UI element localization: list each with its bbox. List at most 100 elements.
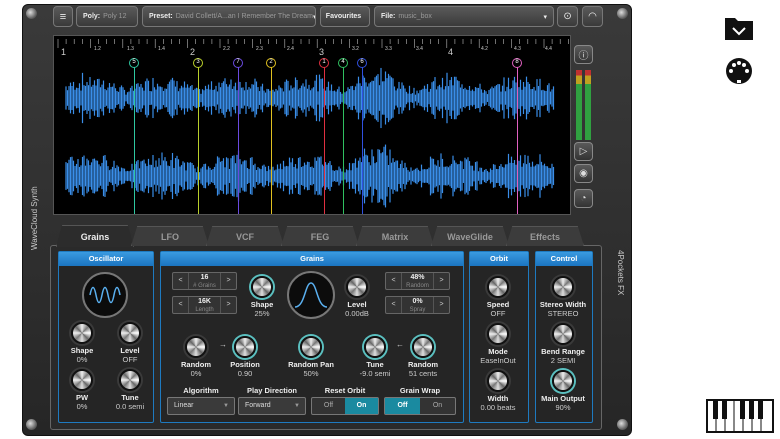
chevron-down-icon: ▼ xyxy=(223,403,229,409)
random-knob[interactable] xyxy=(185,336,207,358)
stereo-width-knob[interactable] xyxy=(552,276,574,298)
shape-value: 0% xyxy=(76,355,88,364)
ruler-label: 3.2 xyxy=(352,46,359,52)
info-button[interactable]: ⓘ xyxy=(574,45,593,64)
pw-knob[interactable] xyxy=(71,369,93,391)
level-knob[interactable] xyxy=(119,322,141,344)
file-selector[interactable]: File: music_box ▾ xyxy=(374,6,554,27)
marker-line[interactable] xyxy=(133,64,135,214)
marker-4[interactable]: 4 xyxy=(338,58,348,68)
speed-label-group: Speed OFF xyxy=(463,300,533,318)
decrement-button[interactable]: < xyxy=(173,273,188,289)
random-pan-knob[interactable] xyxy=(300,336,322,358)
marker-line[interactable] xyxy=(361,64,363,214)
shape-label: Shape xyxy=(250,300,274,309)
stepper-spray[interactable]: <0% Spray > xyxy=(385,296,450,314)
decrement-button[interactable]: < xyxy=(173,297,188,313)
level-value: OFF xyxy=(122,355,138,364)
tune-knob[interactable] xyxy=(364,336,386,358)
tune-knob[interactable] xyxy=(119,369,141,391)
stepper-value-text: 48% xyxy=(410,274,425,281)
poly-button[interactable]: Poly: Poly 12 xyxy=(76,6,138,27)
stepper-value-text: 0% xyxy=(412,298,423,305)
tab-vcf[interactable]: VCF xyxy=(206,226,284,246)
shape-knob[interactable] xyxy=(71,322,93,344)
panel-title: Grains xyxy=(161,252,463,266)
stepper-random[interactable]: <48% Random > xyxy=(385,272,450,290)
upload-button[interactable]: ⊙ xyxy=(557,6,578,27)
ruler-label: 2.2 xyxy=(223,46,230,52)
menu-button[interactable]: ≡ xyxy=(53,6,73,27)
speed-button[interactable]: ◔ xyxy=(574,189,593,208)
screw-icon xyxy=(617,8,628,19)
main-output-knob[interactable] xyxy=(552,370,574,392)
gauge-button[interactable]: ◠ xyxy=(582,6,603,27)
speed-knob[interactable] xyxy=(487,276,509,298)
stepper-value: 48% Random xyxy=(401,273,434,289)
width-knob[interactable] xyxy=(487,370,509,392)
bend-range-value: 2 SEMI xyxy=(550,356,576,365)
play-direction-select[interactable]: Forward ▼ xyxy=(238,397,306,415)
mode-knob[interactable] xyxy=(487,323,509,345)
marker-line[interactable] xyxy=(323,64,325,214)
mode-label: Mode xyxy=(488,347,508,356)
marker-6[interactable]: 6 xyxy=(357,58,367,68)
algorithm-select[interactable]: Linear ▼ xyxy=(167,397,235,415)
record-button[interactable]: ◉ xyxy=(574,164,593,183)
panel-title: Control xyxy=(536,252,592,266)
marker-2[interactable]: 2 xyxy=(266,58,276,68)
marker-7[interactable]: 7 xyxy=(233,58,243,68)
marker-1[interactable]: 1 xyxy=(319,58,329,68)
stereo-width-label: Stereo Width xyxy=(539,300,587,309)
ruler-label: 2 xyxy=(190,47,196,57)
tab-grains[interactable]: Grains xyxy=(56,225,134,247)
chevron-down-icon: ▼ xyxy=(294,403,300,409)
folder-icon[interactable] xyxy=(724,14,754,42)
favourites-button[interactable]: Favourites xyxy=(320,6,370,27)
bend-range-label-group: Bend Range 2 SEMI xyxy=(528,347,598,365)
marker-line[interactable] xyxy=(237,64,239,214)
tab-waveglide[interactable]: WaveGlide xyxy=(431,226,509,246)
marker-3[interactable]: 3 xyxy=(193,58,203,68)
grain-wrap-toggle[interactable]: Off On xyxy=(384,397,456,415)
tab-lfo[interactable]: LFO xyxy=(131,226,209,246)
decrement-button[interactable]: < xyxy=(386,273,401,289)
increment-button[interactable]: > xyxy=(434,297,449,313)
arrow-right-icon: → xyxy=(219,340,227,349)
position-knob[interactable] xyxy=(234,336,256,358)
tab-matrix[interactable]: Matrix xyxy=(356,226,434,246)
ruler-label: 4 xyxy=(448,47,454,57)
grain-wrap-label: Grain Wrap xyxy=(399,386,441,395)
tab-feg[interactable]: FEG xyxy=(281,226,359,246)
grain-wrap-on[interactable]: On xyxy=(420,398,455,414)
panel-title: Orbit xyxy=(470,252,528,266)
level-knob[interactable] xyxy=(346,276,368,298)
keyboard-icon[interactable] xyxy=(706,399,774,433)
algorithm-label: Algorithm xyxy=(183,386,219,395)
ruler-label: 1.3 xyxy=(127,46,134,52)
reset-orbit-toggle[interactable]: Off On xyxy=(311,397,379,415)
marker-8[interactable]: 8 xyxy=(512,58,522,68)
position-value: 0.90 xyxy=(237,369,253,378)
stepper-grains[interactable]: <16 # Grains > xyxy=(172,272,237,290)
marker-5[interactable]: 5 xyxy=(129,58,139,68)
reset-orbit-on[interactable]: On xyxy=(345,398,378,414)
play-button[interactable]: ▷ xyxy=(574,142,593,161)
marker-line[interactable] xyxy=(342,64,344,214)
random-knob[interactable] xyxy=(412,336,434,358)
midi-icon[interactable] xyxy=(724,56,754,86)
level-meter-right xyxy=(585,70,591,140)
increment-button[interactable]: > xyxy=(221,273,236,289)
bend-range-knob[interactable] xyxy=(552,323,574,345)
grain-wrap-off[interactable]: Off xyxy=(385,398,420,414)
shape-knob[interactable] xyxy=(251,276,273,298)
marker-line[interactable] xyxy=(516,64,518,214)
marker-line[interactable] xyxy=(197,64,199,214)
tab-effects[interactable]: Effects xyxy=(506,226,584,246)
stepper-value-text: 16 xyxy=(200,274,209,281)
marker-line[interactable] xyxy=(270,64,272,214)
preset-selector[interactable]: Preset: David Collett/A...an I Remember T… xyxy=(142,6,316,27)
ruler-label: 1 xyxy=(61,47,67,57)
reset-orbit-off[interactable]: Off xyxy=(312,398,345,414)
increment-button[interactable]: > xyxy=(434,273,449,289)
